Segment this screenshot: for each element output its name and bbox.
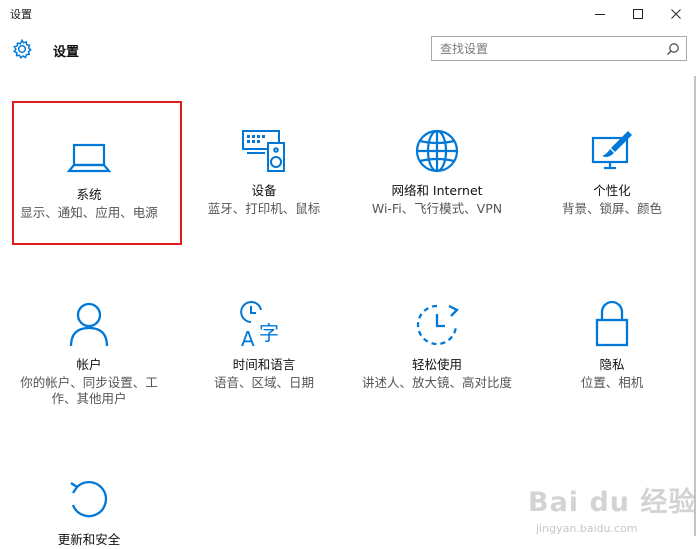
highlight-box [12,101,182,245]
search-icon[interactable] [666,42,680,56]
tile-label: 隐私 [599,357,625,372]
tile-description: 讲述人、放大镜、高对比度 [361,375,512,390]
window-title: 设置 [10,8,32,21]
search-input[interactable] [432,37,658,60]
tile-personalization[interactable]: 个性化 背景、锁屏、颜色 [528,126,696,217]
tile-label: 时间和语言 [232,357,296,372]
tile-accounts[interactable]: 帐户 你的帐户、同步设置、工作、其他用户 [5,300,173,407]
maximize-button[interactable] [620,0,656,28]
tile-label: 网络和 Internet [391,183,483,198]
tile-label: 更新和安全 [57,532,121,547]
minimize-icon [595,14,605,15]
maximize-icon [633,9,643,19]
tile-description: 你的帐户、同步设置、工作、其他用户 [20,375,158,406]
tile-description: 语音、区域、日期 [213,375,314,390]
time-language-icon: A 字 [240,301,279,348]
tile-description: 蓝牙、打印机、鼠标 [207,201,321,216]
title-bar: 设置 [0,0,700,28]
tile-network[interactable]: 网络和 Internet Wi-Fi、飞行模式、VPN [353,126,521,217]
minimize-button[interactable] [582,0,618,28]
tile-label: 设备 [251,183,277,198]
svg-text:字: 字 [259,321,279,345]
ease-of-access-icon [416,304,459,346]
lock-icon [595,300,629,347]
watermark: Bai du 经验 jingyan.baidu.com [528,474,698,548]
tile-label: 帐户 [76,357,102,372]
search-box[interactable] [431,36,687,61]
svg-text:A: A [241,327,255,348]
tile-time-language[interactable]: A 字 时间和语言 语音、区域、日期 [180,300,348,391]
globe-icon [415,129,459,173]
personalization-icon [591,131,632,170]
update-icon [70,480,108,518]
tile-description: 位置、相机 [580,375,644,390]
close-icon [671,9,681,19]
watermark-url: jingyan.baidu.com [536,522,638,535]
tile-label: 个性化 [593,183,631,198]
gear-icon [13,38,32,59]
tile-privacy[interactable]: 隐私 位置、相机 [528,300,696,391]
tile-devices[interactable]: 设备 蓝牙、打印机、鼠标 [180,126,348,217]
tile-ease-of-access[interactable]: 轻松使用 讲述人、放大镜、高对比度 [353,300,521,391]
person-icon [69,302,109,347]
tile-label: 轻松使用 [411,357,462,372]
tile-description: 背景、锁屏、颜色 [561,201,662,216]
devices-icon [242,130,285,172]
tile-update-security[interactable]: 更新和安全 [5,475,173,548]
watermark-text: Bai du 经验 [528,487,697,518]
tile-description: Wi-Fi、飞行模式、VPN [371,201,503,216]
close-button[interactable] [658,0,694,28]
page-title: 设置 [53,45,80,60]
